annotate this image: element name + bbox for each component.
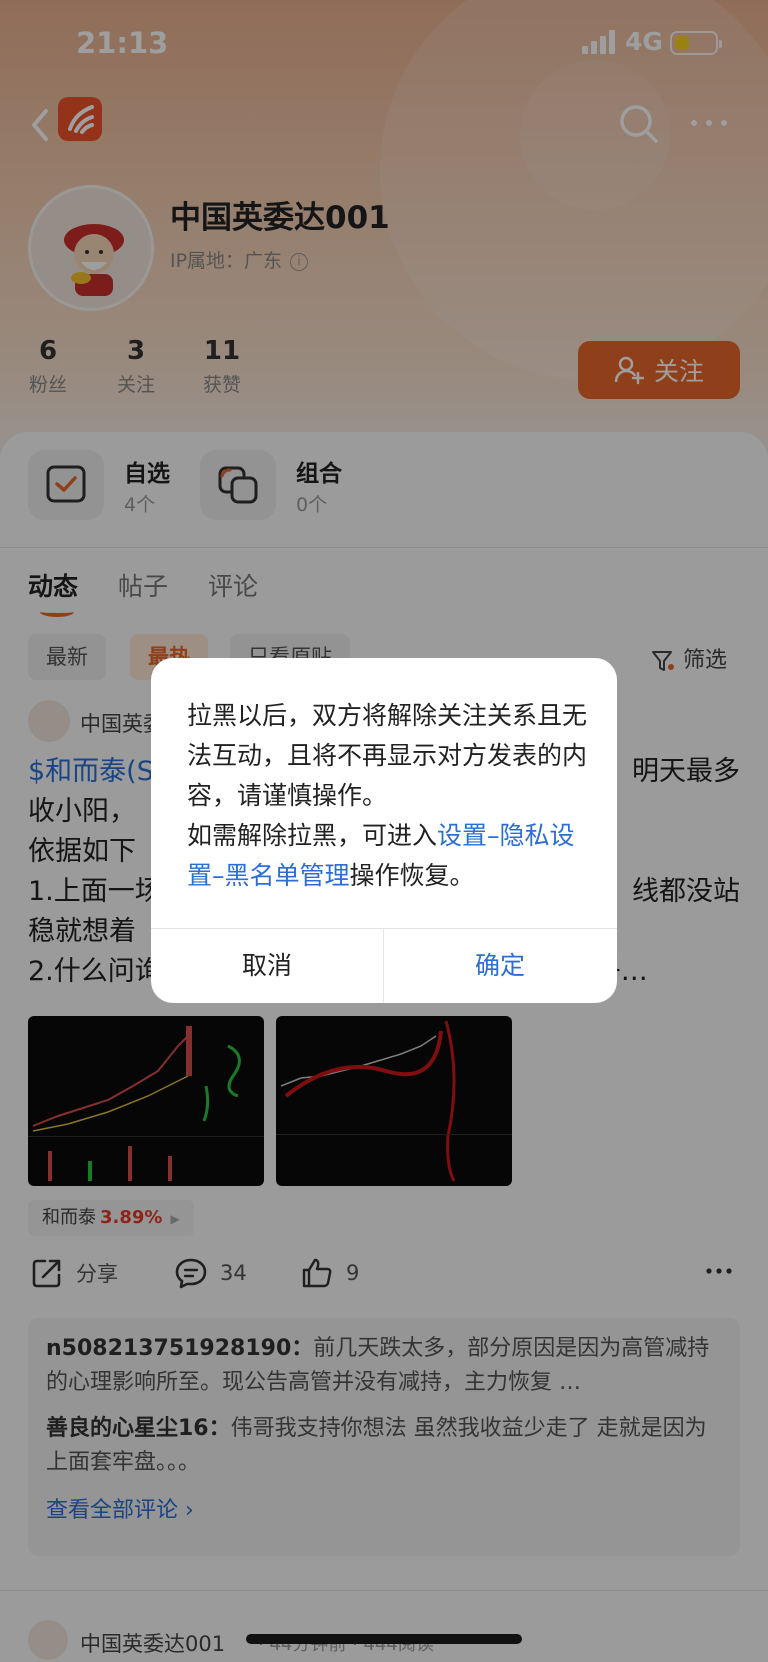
dialog-warning-text: 拉黑以后，双方将解除关注关系且无法互动，且将不再显示对方发表的内容，请谨慎操作。 bbox=[187, 701, 588, 810]
home-indicator[interactable] bbox=[246, 1634, 522, 1644]
dialog-message: 拉黑以后，双方将解除关注关系且无法互动，且将不再显示对方发表的内容，请谨慎操作。… bbox=[187, 696, 587, 896]
dialog-hint-tail: 操作恢复。 bbox=[349, 861, 475, 890]
dialog-hint-text: 如需解除拉黑，可进入 bbox=[187, 821, 438, 850]
profile-page: 21:13 4G 中国英委达001 IP属地：广东 i 6 粉丝 3 关注 11… bbox=[0, 0, 768, 1662]
confirm-button[interactable]: 确定 bbox=[384, 929, 616, 1003]
block-confirm-dialog: 拉黑以后，双方将解除关注关系且无法互动，且将不再显示对方发表的内容，请谨慎操作。… bbox=[151, 658, 617, 1003]
cancel-button[interactable]: 取消 bbox=[151, 929, 383, 1003]
